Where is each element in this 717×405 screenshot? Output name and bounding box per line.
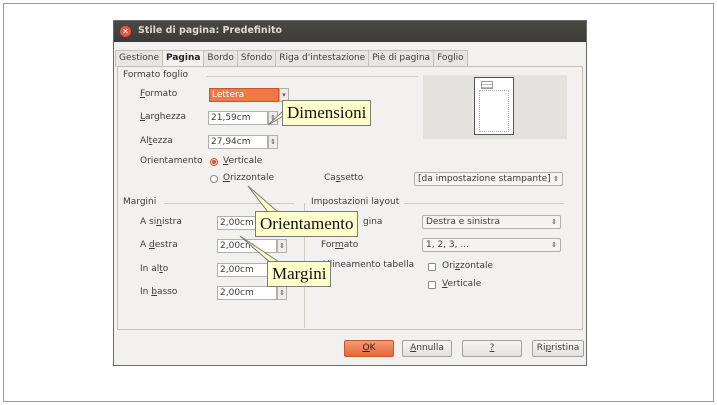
dimensions-callout: Dimensioni (282, 100, 372, 126)
callout-pointers (239, 111, 292, 265)
margins-callout: Margini (267, 261, 332, 287)
orientation-pointer (247, 185, 280, 213)
orientation-callout: Orientamento (255, 211, 359, 237)
margins-pointer (239, 235, 284, 265)
